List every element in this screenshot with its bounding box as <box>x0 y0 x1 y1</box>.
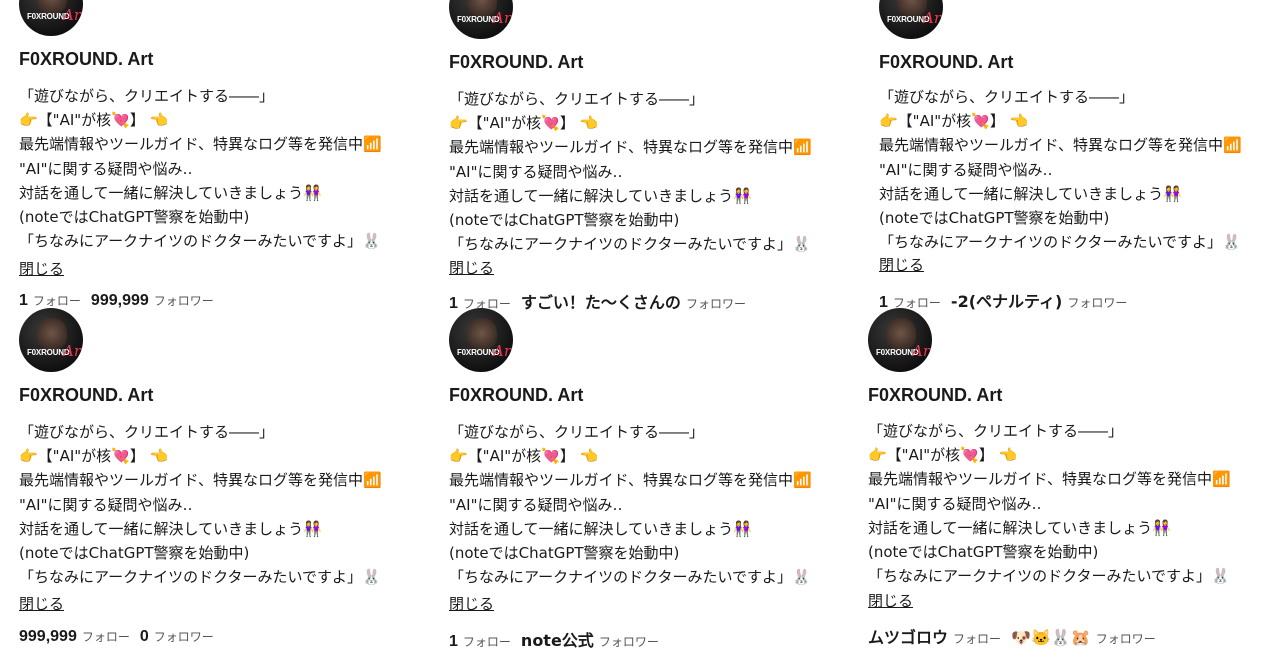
bio-line: "AI"に関する疑問や悩み‥ <box>19 495 193 514</box>
profile-name[interactable]: F0XROUND. Art <box>449 385 583 406</box>
profile-bio: 「遊びながら、クリエイトする――」 👉【"AI"が核💘】 👈 最先端情報やツール… <box>449 87 869 256</box>
bio-line: 対話を通して一緒に解決していきましょう👭 <box>879 184 1182 203</box>
profile-card-6: F0XROUND Art F0XROUND. Art 「遊びながら、クリエイトす… <box>868 308 1280 647</box>
bio-line: 対話を通して一緒に解決していきましょう👭 <box>19 519 322 538</box>
bio-line: 👉【"AI"が核💘】 👈 <box>449 447 599 466</box>
bio-line: 対話を通して一緒に解決していきましょう👭 <box>449 186 752 205</box>
follow-stats: ムツゴロウ フォロー 🐶🐱🐰🐹 フォロワー <box>868 624 1166 648</box>
avatar[interactable]: F0XROUND Art <box>449 0 513 39</box>
close-link[interactable]: 閉じる <box>19 258 64 279</box>
avatar-logo-script: Art <box>912 342 932 360</box>
bio-line: 対話を通して一緒に解決していきましょう👭 <box>868 518 1171 537</box>
bio-line: "AI"に関する疑問や悩み‥ <box>868 494 1042 513</box>
bio-line: 「遊びながら、クリエイトする――」 <box>449 423 705 441</box>
profile-card-3: F0XROUND Art F0XROUND. Art 「遊びながら、クリエイトす… <box>879 0 1280 311</box>
follower-count[interactable]: 0 <box>140 628 149 646</box>
bio-line: 「ちなみにアークナイツのドクターみたいですよ」🐰 <box>449 235 811 254</box>
profile-bio: 「遊びながら、クリエイトする――」 👉【"AI"が核💘】 👈 最先端情報やツール… <box>879 85 1280 254</box>
bio-line: (noteではChatGPT警察を始動中) <box>868 542 1099 561</box>
avatar[interactable]: F0XROUND Art <box>19 308 83 372</box>
bio-line: 「ちなみにアークナイツのドクターみたいですよ」🐰 <box>868 567 1230 586</box>
profile-card-2: F0XROUND Art F0XROUND. Art 「遊びながら、クリエイトす… <box>449 0 869 312</box>
avatar-logo-script: Art <box>923 9 943 27</box>
close-link[interactable]: 閉じる <box>449 593 494 614</box>
bio-line: 👉【"AI"が核💘】 👈 <box>19 111 169 130</box>
avatar[interactable]: F0XROUND Art <box>449 308 513 372</box>
bio-line: "AI"に関する疑問や悩み‥ <box>449 162 623 181</box>
bio-line: 👉【"AI"が核💘】 👈 <box>19 447 169 466</box>
following-label[interactable]: フォロー <box>953 630 1001 647</box>
follower-label[interactable]: フォロワー <box>154 292 214 309</box>
profile-name[interactable]: F0XROUND. Art <box>19 49 153 70</box>
avatar[interactable]: F0XROUND Art <box>19 0 83 36</box>
bio-line: 最先端情報やツールガイド、特異なログ等を発信中📶 <box>449 138 812 157</box>
avatar-logo-script: Art <box>493 9 513 27</box>
profile-name[interactable]: F0XROUND. Art <box>879 52 1013 73</box>
close-link[interactable]: 閉じる <box>868 590 913 611</box>
profile-card-4: F0XROUND Art F0XROUND. Art 「遊びながら、クリエイトす… <box>19 308 439 645</box>
profile-name[interactable]: F0XROUND. Art <box>868 385 1002 406</box>
profile-name[interactable]: F0XROUND. Art <box>449 52 583 73</box>
avatar[interactable]: F0XROUND Art <box>879 0 943 39</box>
bio-line: 「遊びながら、クリエイトする――」 <box>879 88 1135 106</box>
bio-line: 最先端情報やツールガイド、特異なログ等を発信中📶 <box>868 470 1231 489</box>
bio-line: 「遊びながら、クリエイトする――」 <box>19 87 275 105</box>
follower-count[interactable]: note公式 <box>521 627 594 651</box>
profile-bio: 「遊びながら、クリエイトする――」 👉【"AI"が核💘】 👈 最先端情報やツール… <box>19 420 439 589</box>
bio-line: 「ちなみにアークナイツのドクターみたいですよ」🐰 <box>19 568 381 587</box>
following-count[interactable]: 999,999 <box>19 628 77 646</box>
follow-stats: 1 フォロー note公式 フォロワー <box>449 627 669 651</box>
close-link[interactable]: 閉じる <box>879 254 924 275</box>
close-link[interactable]: 閉じる <box>449 257 494 278</box>
bio-line: "AI"に関する疑問や悩み‥ <box>879 160 1053 179</box>
bio-line: (noteではChatGPT警察を始動中) <box>449 543 680 562</box>
profile-bio: 「遊びながら、クリエイトする――」 👉【"AI"が核💘】 👈 最先端情報やツール… <box>868 419 1280 588</box>
bio-line: (noteではChatGPT警察を始動中) <box>879 208 1110 227</box>
avatar-logo-script: Art <box>63 342 83 360</box>
bio-line: 👉【"AI"が核💘】 👈 <box>879 112 1029 131</box>
bio-line: 対話を通して一緒に解決していきましょう👭 <box>19 183 322 202</box>
bio-line: (noteではChatGPT警察を始動中) <box>19 543 250 562</box>
bio-line: 最先端情報やツールガイド、特異なログ等を発信中📶 <box>19 471 382 490</box>
bio-line: 「ちなみにアークナイツのドクターみたいですよ」🐰 <box>879 233 1241 252</box>
following-count[interactable]: ムツゴロウ <box>868 624 948 648</box>
bio-line: (noteではChatGPT警察を始動中) <box>449 210 680 229</box>
bio-line: "AI"に関する疑問や悩み‥ <box>19 159 193 178</box>
bio-line: 最先端情報やツールガイド、特異なログ等を発信中📶 <box>449 471 812 490</box>
following-count[interactable]: 1 <box>449 633 458 651</box>
following-label[interactable]: フォロー <box>33 292 81 309</box>
bio-line: 👉【"AI"が核💘】 👈 <box>868 446 1018 465</box>
bio-line: 👉【"AI"が核💘】 👈 <box>449 114 599 133</box>
follower-count[interactable]: 🐶🐱🐰🐹 <box>1011 628 1091 648</box>
profile-card-1: F0XROUND Art F0XROUND. Art 「遊びながら、クリエイトす… <box>19 0 439 309</box>
bio-line: 最先端情報やツールガイド、特異なログ等を発信中📶 <box>879 136 1242 155</box>
follower-label[interactable]: フォロワー <box>1096 630 1156 647</box>
following-label[interactable]: フォロー <box>463 633 511 650</box>
bio-line: 「遊びながら、クリエイトする――」 <box>868 422 1124 440</box>
follower-label[interactable]: フォロワー <box>599 633 659 650</box>
profile-card-5: F0XROUND Art F0XROUND. Art 「遊びながら、クリエイトす… <box>449 308 869 650</box>
bio-line: 対話を通して一緒に解決していきましょう👭 <box>449 519 752 538</box>
profile-name[interactable]: F0XROUND. Art <box>19 385 153 406</box>
following-label[interactable]: フォロー <box>82 628 130 645</box>
bio-line: 「遊びながら、クリエイトする――」 <box>449 90 705 108</box>
avatar-logo-script: Art <box>493 342 513 360</box>
bio-line: "AI"に関する疑問や悩み‥ <box>449 495 623 514</box>
bio-line: 「ちなみにアークナイツのドクターみたいですよ」🐰 <box>449 568 811 587</box>
bio-line: 「遊びながら、クリエイトする――」 <box>19 423 275 441</box>
follow-stats: 999,999 フォロー 0 フォロワー <box>19 628 224 646</box>
avatar[interactable]: F0XROUND Art <box>868 308 932 372</box>
follower-label[interactable]: フォロワー <box>154 628 214 645</box>
close-link[interactable]: 閉じる <box>19 593 64 614</box>
profile-bio: 「遊びながら、クリエイトする――」 👉【"AI"が核💘】 👈 最先端情報やツール… <box>19 84 439 253</box>
bio-line: 最先端情報やツールガイド、特異なログ等を発信中📶 <box>19 135 382 154</box>
avatar-logo-script: Art <box>63 6 83 24</box>
bio-line: 「ちなみにアークナイツのドクターみたいですよ」🐰 <box>19 232 381 251</box>
bio-line: (noteではChatGPT警察を始動中) <box>19 207 250 226</box>
profile-bio: 「遊びながら、クリエイトする――」 👉【"AI"が核💘】 👈 最先端情報やツール… <box>449 420 869 589</box>
